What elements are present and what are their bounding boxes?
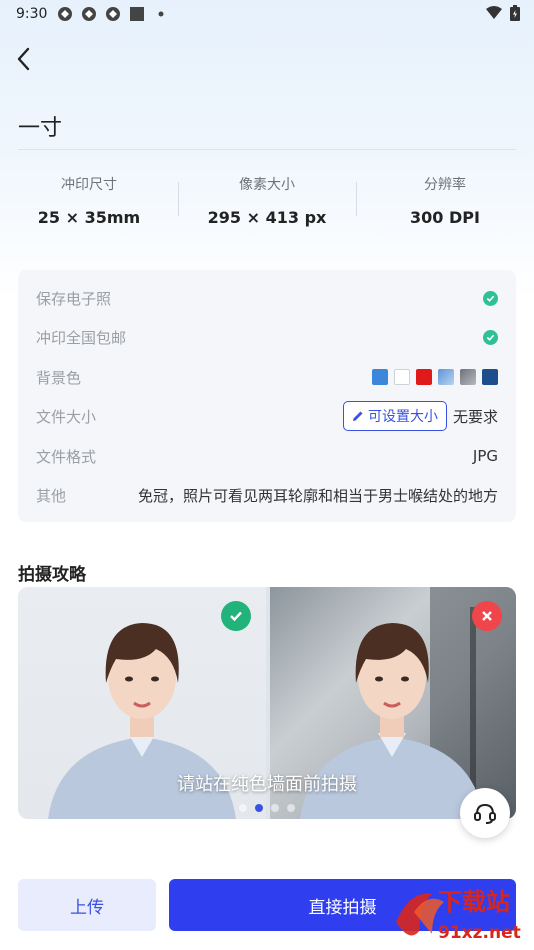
row-file-size: 文件大小 可设置大小 无要求	[36, 401, 498, 431]
row-label: 保存电子照	[36, 289, 112, 308]
carousel-dot[interactable]	[287, 804, 295, 812]
swatch-group	[372, 369, 498, 385]
file-format-value: JPG	[472, 447, 498, 465]
spec-value: 300 DPI	[410, 208, 480, 227]
set-size-button[interactable]: 可设置大小	[342, 401, 447, 431]
swatch-red	[416, 369, 432, 385]
carousel-dot[interactable]	[239, 804, 247, 812]
divider	[18, 149, 516, 150]
carousel-dots	[18, 804, 516, 812]
info-card: 保存电子照 冲印全国包邮 背景色 文件大小 可设置大小 无要求 文件格式 JPG	[18, 270, 516, 522]
notification-icon	[105, 6, 121, 22]
swatch-navy	[482, 369, 498, 385]
header-background	[0, 0, 534, 300]
row-label: 文件格式	[36, 447, 97, 466]
file-size-value: 可设置大小 无要求	[342, 401, 498, 431]
set-size-label: 可设置大小	[367, 409, 438, 425]
page-title: 一寸	[18, 116, 63, 141]
watermark-logo: 下载站 91xz.net	[392, 882, 534, 946]
row-file-format: 文件格式 JPG	[36, 444, 498, 468]
spec-pixel-size: 像素大小 295 × 413 px	[178, 170, 356, 230]
status-time: 9:30	[16, 6, 48, 22]
spec-summary: 冲印尺寸 25 × 35mm 像素大小 295 × 413 px 分辨率 300…	[0, 170, 534, 230]
row-label: 冲印全国包邮	[36, 328, 127, 347]
carousel-dot[interactable]	[271, 804, 279, 812]
swatch-gradient-gray	[460, 369, 476, 385]
square-icon	[129, 6, 145, 22]
row-label: 背景色	[36, 368, 82, 387]
file-size-text: 无要求	[452, 407, 498, 426]
row-label: 文件大小	[36, 407, 97, 426]
spec-print-size: 冲印尺寸 25 × 35mm	[0, 170, 178, 230]
swatch-blue	[372, 369, 388, 385]
spec-label: 冲印尺寸	[61, 177, 117, 193]
bad-cross-icon	[472, 601, 502, 631]
spec-label: 分辨率	[424, 177, 466, 193]
row-background-color: 背景色	[36, 365, 498, 389]
watermark-url: 91xz.net	[438, 923, 521, 943]
other-value: 免冠，照片可看见两耳轮廓和相当于男士喉结处的地方	[137, 486, 498, 505]
upload-button[interactable]: 上传	[18, 879, 156, 931]
check-icon	[483, 329, 498, 345]
row-save-digital: 保存电子照	[36, 286, 498, 310]
notification-icon	[57, 6, 73, 22]
wifi-icon	[486, 6, 502, 24]
watermark-text: 下载站	[438, 888, 510, 916]
check-icon	[483, 290, 498, 306]
spec-value: 295 × 413 px	[207, 208, 327, 227]
good-check-icon	[221, 601, 251, 631]
carousel-dot-active[interactable]	[255, 804, 263, 812]
chevron-left-icon	[17, 47, 30, 71]
spec-resolution: 分辨率 300 DPI	[356, 170, 534, 230]
status-bar: 9:30	[0, 0, 534, 28]
row-label: 其他	[36, 486, 67, 505]
dot-icon	[153, 6, 169, 22]
guide-caption: 请站在纯色墙面前拍摄	[177, 774, 357, 795]
back-button[interactable]	[10, 44, 38, 74]
notification-icon	[81, 6, 97, 22]
customer-service-button[interactable]	[460, 788, 510, 838]
guide-carousel[interactable]: 请站在纯色墙面前拍摄	[18, 587, 516, 819]
pencil-icon	[352, 411, 363, 421]
battery-icon	[510, 5, 520, 25]
row-print-shipping: 冲印全国包邮	[36, 325, 498, 349]
row-other: 其他 免冠，照片可看见两耳轮廓和相当于男士喉结处的地方	[36, 483, 498, 507]
swatch-white	[394, 369, 410, 385]
guide-title: 拍摄攻略	[18, 565, 86, 585]
swatch-gradient-blue	[438, 369, 454, 385]
spec-value: 25 × 35mm	[37, 208, 141, 227]
spec-label: 像素大小	[239, 177, 295, 193]
headset-icon	[474, 803, 496, 824]
